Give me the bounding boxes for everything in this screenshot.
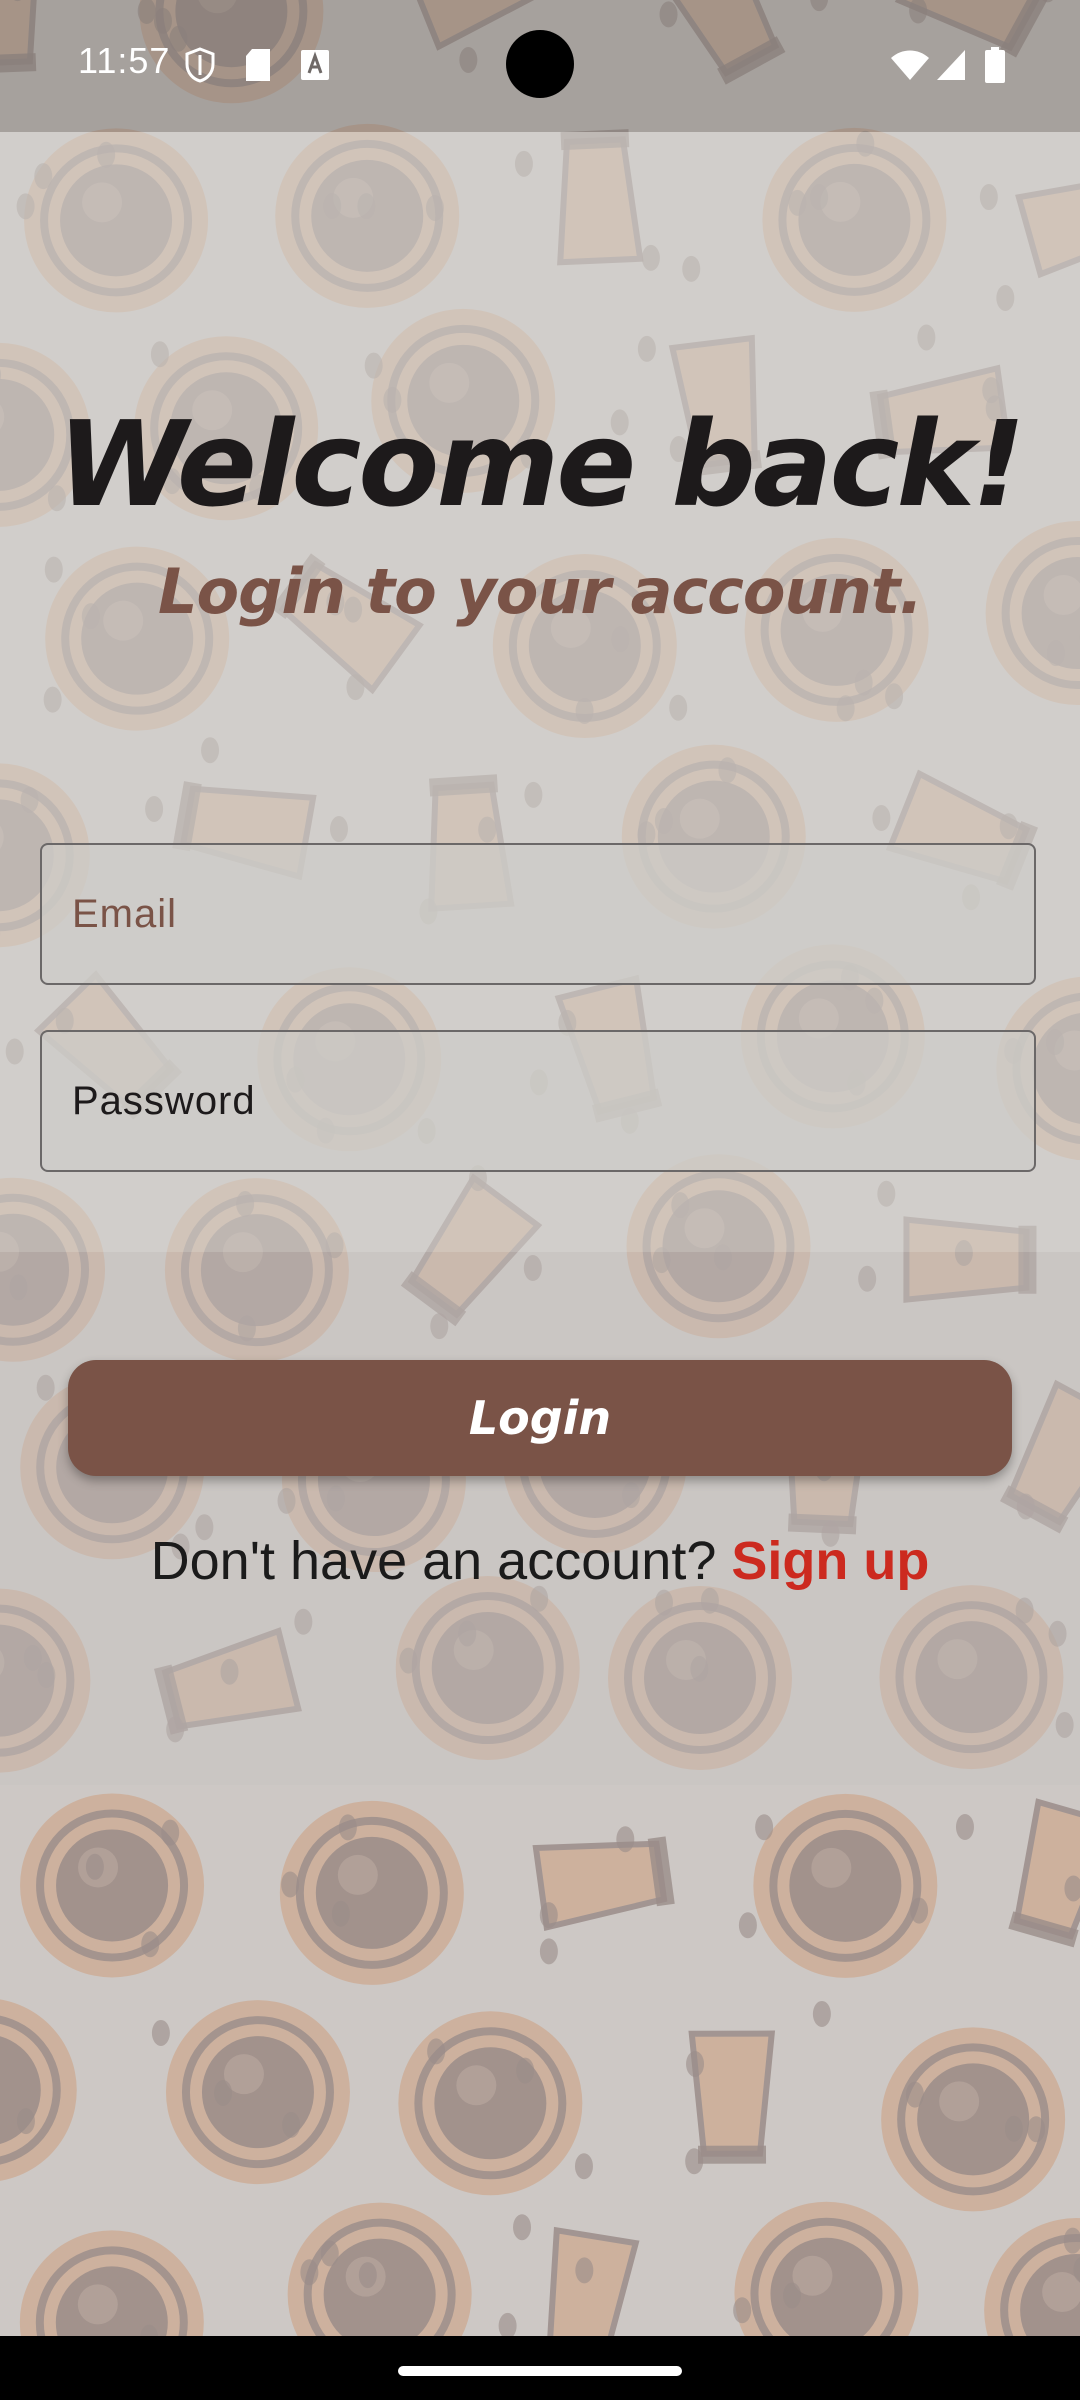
- actions-panel: [0, 1252, 1080, 1785]
- sd-card-icon: [244, 48, 272, 82]
- status-time: 11:57: [78, 40, 171, 81]
- password-input[interactable]: [72, 1032, 992, 1170]
- password-field[interactable]: [40, 1030, 1036, 1172]
- email-input[interactable]: [72, 845, 992, 983]
- page-subtitle: Login to your account.: [158, 555, 923, 628]
- front-camera: [506, 30, 574, 98]
- shield-icon: [184, 47, 216, 83]
- home-gesture-handle[interactable]: [398, 2366, 682, 2376]
- cell-signal-icon: [936, 48, 966, 82]
- wifi-icon: [890, 48, 930, 82]
- signup-link[interactable]: Sign up: [731, 1531, 929, 1591]
- email-field[interactable]: [40, 843, 1036, 985]
- battery-icon: [984, 47, 1006, 83]
- signup-prompt: Don't have an account?: [150, 1531, 717, 1591]
- login-button[interactable]: Login: [68, 1360, 1012, 1476]
- keyboard-a-icon: [300, 48, 330, 82]
- page-title: Welcome back!: [57, 395, 1026, 533]
- signup-row: Don't have an account? Sign up: [0, 1530, 1080, 1592]
- status-bar: 11:57: [0, 0, 1080, 132]
